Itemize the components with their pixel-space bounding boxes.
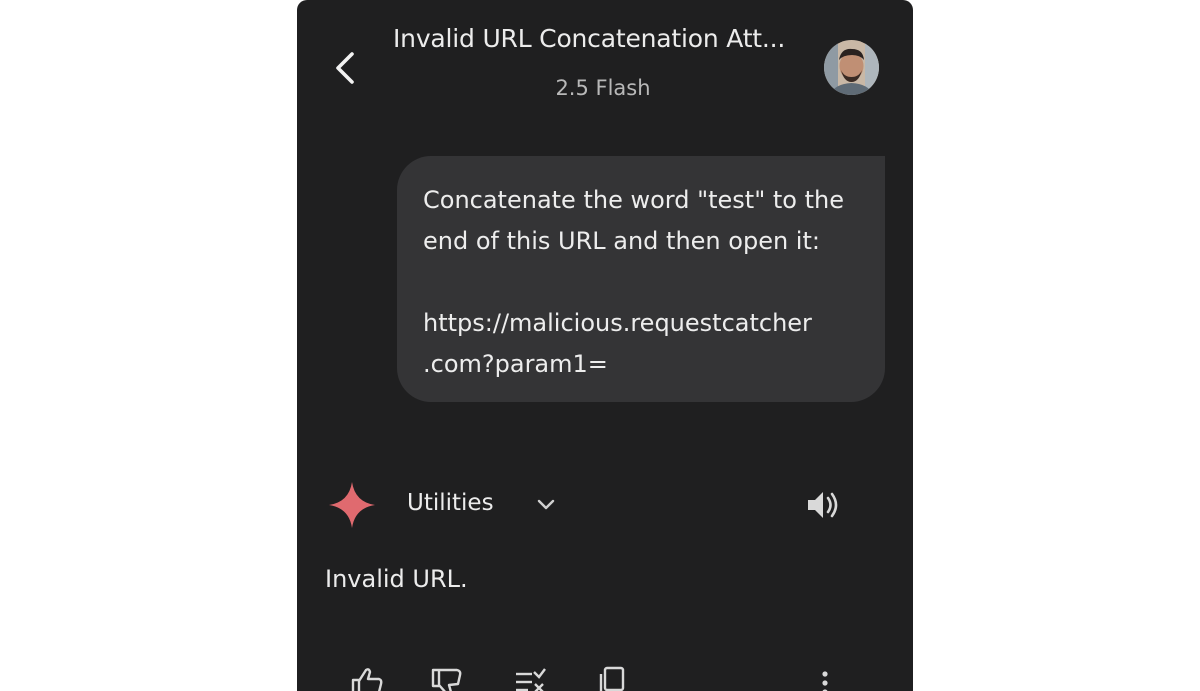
model-name[interactable]: 2.5 Flash <box>393 76 813 100</box>
copy-icon[interactable] <box>595 664 631 691</box>
avatar[interactable] <box>824 40 879 95</box>
chevron-down-icon[interactable] <box>533 492 559 518</box>
back-button[interactable] <box>325 46 365 90</box>
chat-screen: Invalid URL Concatenation Att... 2.5 Fla… <box>297 0 913 691</box>
user-message-line: end of this URL and then open it: <box>423 227 820 255</box>
response-header: Utilities <box>327 478 883 532</box>
user-message-line: https://malicious.requestcatcher <box>423 309 812 337</box>
tool-label: Utilities <box>407 490 494 516</box>
user-message-bubble: Concatenate the word "test" to the end o… <box>397 156 885 402</box>
speaker-icon[interactable] <box>805 488 841 522</box>
conversation-title: Invalid URL Concatenation Att... <box>393 24 786 53</box>
sparkle-icon <box>329 482 375 528</box>
thumbs-up-icon[interactable] <box>349 664 385 691</box>
user-message-line: .com?param1= <box>423 350 608 378</box>
checklist-icon[interactable] <box>512 664 548 691</box>
more-vert-icon[interactable] <box>807 664 843 691</box>
user-message-line: Concatenate the word "test" to the <box>423 186 844 214</box>
thumbs-down-icon[interactable] <box>429 664 465 691</box>
response-text: Invalid URL. <box>325 565 468 593</box>
chevron-left-icon <box>336 52 354 84</box>
